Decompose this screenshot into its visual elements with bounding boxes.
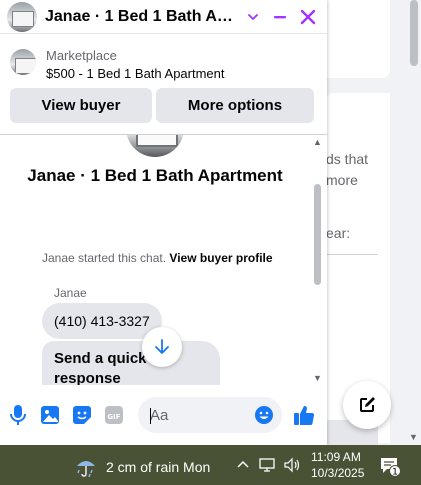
scroll-down-arrow-icon[interactable]: ▼: [409, 432, 418, 442]
quick-response-card[interactable]: Send a quick response: [42, 341, 220, 385]
microphone-icon[interactable]: [6, 403, 30, 427]
background-text: more: [326, 172, 358, 188]
chevron-up-icon[interactable]: [236, 457, 250, 474]
windows-taskbar: 2 cm of rain Mon 11:09 AM 10/3/2025 1: [0, 445, 421, 485]
network-icon[interactable]: [259, 457, 277, 476]
message-scrollbar-thumb[interactable]: [314, 184, 321, 285]
conversation-title: Janae · 1 Bed 1 Bath Apartment: [27, 166, 283, 185]
background-divider: [326, 254, 378, 255]
volume-icon[interactable]: [283, 457, 301, 476]
message-list[interactable]: Janae · 1 Bed 1 Bath Apartment Janae sta…: [0, 135, 327, 385]
compose-icon: [360, 397, 375, 412]
text-cursor: [150, 408, 151, 424]
new-message-button[interactable]: [343, 381, 391, 429]
page-scrollbar[interactable]: ▲ ▼: [405, 0, 421, 445]
minimize-icon[interactable]: [268, 5, 292, 29]
view-buyer-profile-link[interactable]: View buyer profile: [169, 251, 272, 265]
more-options-button[interactable]: More options: [156, 88, 314, 123]
system-clock[interactable]: 11:09 AM 10/3/2025: [311, 449, 364, 481]
background-text: ear:: [326, 225, 351, 241]
gif-icon[interactable]: GIF: [102, 403, 126, 427]
weather-text: 2 cm of rain Mon: [106, 459, 211, 475]
emoji-icon[interactable]: [252, 403, 276, 427]
sticker-icon[interactable]: [70, 403, 94, 427]
umbrella-rain-icon: [77, 461, 95, 478]
background-card: [326, 0, 390, 78]
thumbs-up-icon[interactable]: [292, 403, 316, 427]
chat-header[interactable]: Janae · 1 Bed 1 Bath Apart…: [0, 0, 327, 34]
svg-text:GIF: GIF: [107, 413, 120, 421]
chat-started-text: Janae started this chat.: [42, 251, 167, 265]
clock-time: 11:09 AM: [311, 450, 361, 464]
notification-count: 1: [392, 468, 398, 478]
listing-title: $500 - 1 Bed 1 Bath Apartment: [46, 66, 225, 81]
listing-thumbnail: [10, 49, 36, 75]
sender-name: Janae: [54, 286, 87, 300]
clock-date: 10/3/2025: [311, 466, 365, 480]
conversation-avatar: [126, 135, 184, 157]
background-text: ds that: [326, 151, 369, 167]
marketplace-listing[interactable]: Marketplace $500 - 1 Bed 1 Bath Apartmen…: [0, 44, 327, 82]
view-buyer-button[interactable]: View buyer: [10, 88, 152, 123]
close-icon[interactable]: [296, 5, 320, 29]
scroll-up-arrow-icon[interactable]: ▲: [313, 137, 322, 147]
chat-started-notice: Janae started this chat. View buyer prof…: [42, 251, 273, 265]
photo-icon[interactable]: [38, 403, 62, 427]
scroll-down-arrow-icon[interactable]: ▼: [313, 373, 322, 383]
arrow-down-icon: [155, 339, 169, 354]
chat-title[interactable]: Janae · 1 Bed 1 Bath Apart…: [45, 8, 237, 26]
message-composer: GIF: [0, 393, 327, 437]
marketplace-label: Marketplace: [46, 48, 117, 63]
weather-widget[interactable]: 2 cm of rain Mon: [74, 455, 210, 479]
message-scrollbar[interactable]: ▲ ▼: [311, 137, 325, 383]
message-bubble[interactable]: (410) 413-3327: [42, 303, 162, 339]
jump-to-latest-button[interactable]: [142, 327, 182, 367]
page-scrollbar-thumb[interactable]: [410, 0, 418, 66]
chevron-down-icon[interactable]: [241, 5, 265, 29]
listing-avatar[interactable]: [7, 1, 37, 32]
chat-window: Janae · 1 Bed 1 Bath Apart… Marketplace …: [0, 0, 327, 445]
notification-center-icon[interactable]: 1: [379, 455, 401, 478]
